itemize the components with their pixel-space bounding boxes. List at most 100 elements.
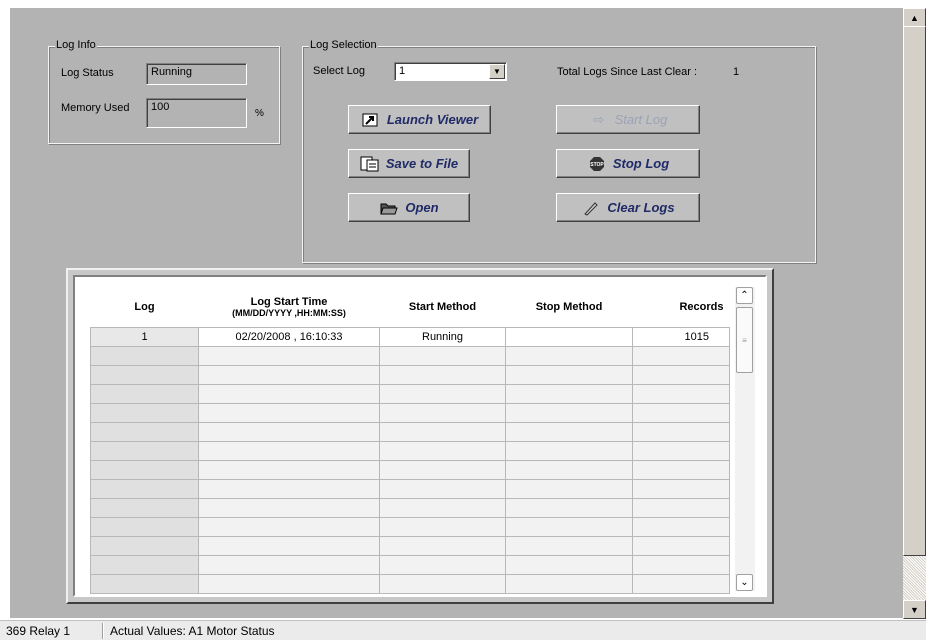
table-cell-log[interactable] (90, 536, 199, 556)
table-row[interactable] (90, 517, 730, 537)
table-cell-log[interactable] (90, 403, 199, 423)
window-scroll-track[interactable] (903, 556, 926, 600)
table-cell-records[interactable] (632, 460, 730, 480)
table-row[interactable]: 1 02/20/2008 , 16:10:33 Running 1015 (90, 327, 730, 347)
table-cell-start-time[interactable] (198, 536, 380, 556)
table-row[interactable] (90, 460, 730, 480)
table-cell-stop-method[interactable] (505, 441, 633, 461)
table-cell-records[interactable] (632, 365, 730, 385)
table-cell-stop-method[interactable] (505, 517, 633, 537)
table-cell-start-time[interactable] (198, 346, 380, 366)
table-cell-records[interactable]: 1015 (632, 327, 730, 347)
table-cell-records[interactable] (632, 384, 730, 404)
chevron-down-icon[interactable]: ⌄ (736, 574, 753, 591)
clear-logs-button[interactable]: Clear Logs (556, 193, 700, 222)
table-cell-start-time[interactable] (198, 403, 380, 423)
table-cell-stop-method[interactable] (505, 384, 633, 404)
table-cell-start-time[interactable] (198, 517, 380, 537)
table-cell-stop-method[interactable] (505, 365, 633, 385)
table-cell-records[interactable] (632, 517, 730, 537)
col-header-start-method[interactable]: Start Method (379, 287, 506, 328)
table-cell-log[interactable] (90, 574, 199, 594)
table-cell-start-time[interactable] (198, 555, 380, 575)
table-cell-start-method[interactable] (379, 555, 506, 575)
table-cell-start-method[interactable] (379, 460, 506, 480)
table-cell-records[interactable] (632, 346, 730, 366)
table-cell-start-method[interactable] (379, 517, 506, 537)
save-to-file-button[interactable]: Save to File (348, 149, 470, 178)
open-button[interactable]: Open (348, 193, 470, 222)
table-cell-records[interactable] (632, 498, 730, 518)
table-scroll-thumb[interactable]: ≡ (736, 307, 753, 373)
table-row[interactable] (90, 384, 730, 404)
table-cell-stop-method[interactable] (505, 536, 633, 556)
table-cell-stop-method[interactable] (505, 346, 633, 366)
table-cell-log[interactable] (90, 365, 199, 385)
table-cell-log[interactable]: 1 (90, 327, 199, 347)
table-cell-records[interactable] (632, 555, 730, 575)
table-cell-start-time[interactable] (198, 384, 380, 404)
table-cell-start-time[interactable] (198, 441, 380, 461)
table-cell-log[interactable] (90, 555, 199, 575)
chevron-up-icon[interactable]: ⌃ (736, 287, 753, 304)
col-header-stop-method[interactable]: Stop Method (505, 287, 633, 328)
table-cell-start-time[interactable] (198, 479, 380, 499)
table-row[interactable] (90, 441, 730, 461)
table-cell-records[interactable] (632, 441, 730, 461)
table-cell-start-method[interactable] (379, 384, 506, 404)
table-row[interactable] (90, 536, 730, 556)
table-cell-log[interactable] (90, 346, 199, 366)
col-header-start-time[interactable]: Log Start Time (MM/DD/YYYY ,HH:MM:SS) (198, 287, 380, 328)
table-cell-start-method[interactable] (379, 422, 506, 442)
select-log-dropdown[interactable]: 1 ▼ (394, 62, 507, 81)
table-cell-start-method[interactable] (379, 365, 506, 385)
table-cell-log[interactable] (90, 479, 199, 499)
table-cell-records[interactable] (632, 479, 730, 499)
chevron-down-icon[interactable]: ▼ (489, 64, 505, 79)
table-cell-start-method[interactable] (379, 403, 506, 423)
table-row[interactable] (90, 479, 730, 499)
table-cell-records[interactable] (632, 422, 730, 442)
table-cell-start-time[interactable] (198, 365, 380, 385)
table-cell-start-time[interactable] (198, 422, 380, 442)
table-row[interactable] (90, 365, 730, 385)
table-cell-log[interactable] (90, 441, 199, 461)
table-cell-start-method[interactable] (379, 574, 506, 594)
scroll-down-icon[interactable]: ▼ (903, 600, 926, 619)
table-cell-stop-method[interactable] (505, 327, 633, 347)
window-scrollbar[interactable]: ▲ ▼ (903, 8, 926, 619)
table-cell-start-time[interactable] (198, 574, 380, 594)
table-cell-stop-method[interactable] (505, 498, 633, 518)
launch-viewer-button[interactable]: Launch Viewer (348, 105, 491, 134)
table-cell-start-time[interactable] (198, 498, 380, 518)
table-cell-stop-method[interactable] (505, 574, 633, 594)
table-row[interactable] (90, 422, 730, 442)
table-cell-log[interactable] (90, 384, 199, 404)
table-cell-records[interactable] (632, 403, 730, 423)
col-header-log[interactable]: Log (90, 287, 199, 328)
table-row[interactable] (90, 346, 730, 366)
table-cell-start-time[interactable]: 02/20/2008 , 16:10:33 (198, 327, 380, 347)
table-row[interactable] (90, 574, 730, 594)
log-table[interactable]: Log Log Start Time (MM/DD/YYYY ,HH:MM:SS… (90, 287, 730, 594)
stop-log-button[interactable]: STOP Stop Log (556, 149, 700, 178)
table-cell-start-method[interactable] (379, 498, 506, 518)
table-cell-log[interactable] (90, 517, 199, 537)
table-cell-records[interactable] (632, 574, 730, 594)
table-cell-start-time[interactable] (198, 460, 380, 480)
table-scrollbar[interactable]: ⌃ ≡ ⌄ (735, 287, 755, 591)
table-cell-log[interactable] (90, 498, 199, 518)
table-cell-start-method[interactable] (379, 536, 506, 556)
col-header-records[interactable]: Records (632, 287, 730, 328)
table-cell-start-method[interactable] (379, 479, 506, 499)
table-cell-stop-method[interactable] (505, 555, 633, 575)
table-cell-records[interactable] (632, 536, 730, 556)
start-log-button[interactable]: ⇨ Start Log (556, 105, 700, 134)
table-cell-log[interactable] (90, 460, 199, 480)
scroll-up-icon[interactable]: ▲ (903, 8, 926, 27)
table-cell-start-method[interactable]: Running (379, 327, 506, 347)
window-scroll-thumb[interactable] (903, 26, 926, 556)
table-cell-stop-method[interactable] (505, 422, 633, 442)
table-cell-start-method[interactable] (379, 346, 506, 366)
table-cell-stop-method[interactable] (505, 479, 633, 499)
